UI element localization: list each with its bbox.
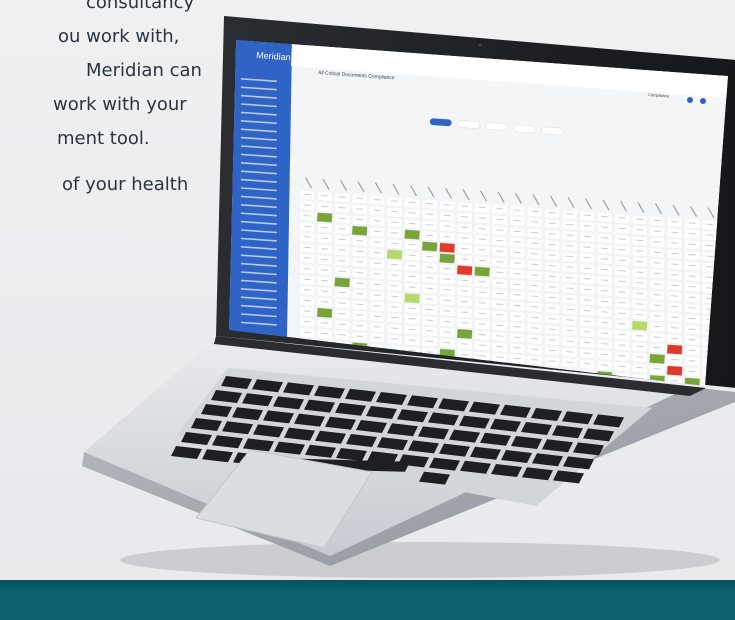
table-cell [561,230,578,241]
table-cell [439,242,456,253]
cell-value [583,373,591,376]
table-cell [666,344,683,355]
table-cell [544,208,561,219]
settings-icon[interactable] [687,97,693,103]
table-cell [404,197,421,208]
table-cell [386,217,403,228]
table-cell [404,293,421,304]
table-cell [316,191,333,202]
table-cell [666,217,683,228]
table-cell [316,307,333,319]
tab-due[interactable] [457,120,480,129]
profile-icon[interactable] [700,98,706,104]
table-cell [684,239,701,250]
table-cell [351,225,368,236]
table-cell [421,220,438,231]
tab-overdue[interactable] [513,124,536,134]
table-cell [369,205,386,216]
table-cell [561,241,578,252]
table-cell [614,245,631,256]
table-cell [649,237,666,248]
table-cell [456,201,473,212]
table-cell [316,233,333,244]
table-cell [439,232,456,243]
screen: Meridian All Critical Documents Complian… [229,40,728,386]
laptop-mockup: Meridian All Critical Documents Complian… [82,16,735,578]
table-cell [491,204,508,215]
laptop-shadow [120,542,720,578]
table-cell [316,244,333,255]
webcam [478,43,482,47]
table-cell [334,213,351,224]
tab-done[interactable] [541,126,564,136]
table-cell [684,229,701,240]
table-cell [456,328,473,340]
table-cell [421,209,438,220]
table-cell [579,210,596,221]
table-cell [631,225,648,236]
table-cell [596,222,613,233]
table-cell [456,265,473,276]
table-cell [456,212,473,223]
table-cell [649,353,666,364]
tab-in-progress[interactable] [485,122,508,131]
table-cell [666,365,683,376]
table-cell [299,221,316,232]
table-cell [526,238,543,249]
table-cell [369,195,386,206]
table-cell [439,253,456,264]
table-cell [631,320,648,331]
table-cell [421,241,438,252]
table-cell [509,216,526,227]
table-cell [334,203,351,214]
table-cell [631,214,648,225]
table-cell [491,246,508,257]
table-cell [334,277,351,288]
table-cell [404,229,421,240]
table-cell [386,249,403,260]
tab-all[interactable] [429,118,452,127]
table-cell [544,218,561,229]
table-cell [474,224,491,235]
table-cell [369,248,386,259]
table-cell [474,266,491,277]
table-cell [316,212,333,223]
table-cell [299,211,316,222]
table-cell [596,233,613,244]
table-cell [474,234,491,245]
table-cell [386,228,403,239]
bottom-band [0,580,735,620]
table-cell [404,240,421,251]
table-cell [351,236,368,247]
table-cell [509,226,526,237]
